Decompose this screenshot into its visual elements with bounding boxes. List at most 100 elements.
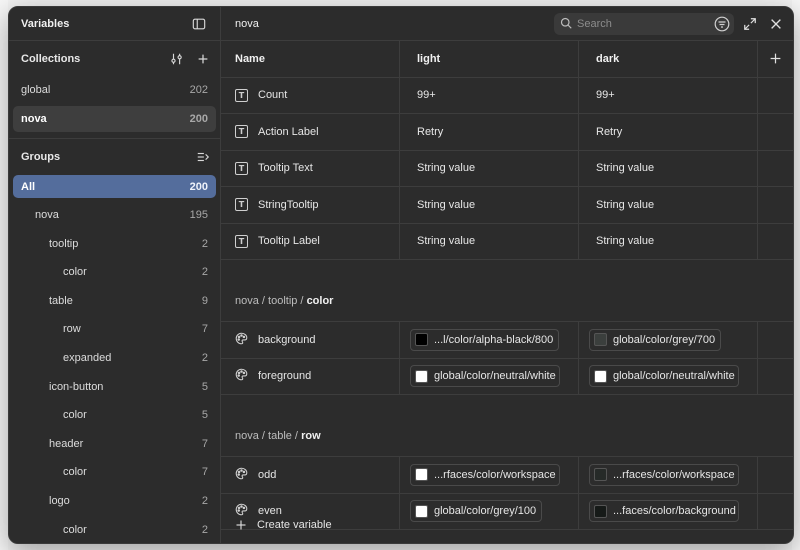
table-row[interactable]: foreground global/color/neutral/white glob… (221, 358, 793, 395)
value-cell-dark[interactable]: Retry (579, 114, 758, 150)
group-name: table (49, 294, 73, 307)
value-cell-dark[interactable]: global/color/grey/700 (579, 322, 758, 358)
alias-pill[interactable]: ...rfaces/color/workspace (410, 463, 560, 486)
collection-settings-icon[interactable] (168, 50, 186, 68)
color-variable-rows: background ...l/color/alpha-black/800 glob… (221, 322, 793, 395)
group-name: color (63, 266, 87, 279)
group-count: 200 (189, 180, 208, 193)
toggle-sidebar-icon[interactable] (190, 15, 208, 33)
variable-name-cell[interactable]: T Tooltip Label (221, 223, 400, 259)
filter-icon[interactable] (714, 16, 730, 32)
variable-name-cell[interactable]: foreground (221, 358, 400, 394)
empty-cell (758, 359, 793, 395)
add-collection-icon[interactable] (194, 50, 212, 68)
group-count: 7 (201, 323, 208, 336)
search-box[interactable] (554, 13, 734, 35)
table-row[interactable]: T Count 99+ 99+ (221, 77, 793, 114)
text-type-icon: T (235, 234, 248, 248)
collection-item-global[interactable]: global 202 (13, 77, 216, 103)
table-row[interactable]: background ...l/color/alpha-black/800 glob… (221, 322, 793, 359)
group-count: 7 (201, 437, 208, 450)
value-cell-dark[interactable]: String value (579, 223, 758, 259)
group-item-tooltip[interactable]: tooltip 2 (13, 232, 216, 255)
value-cell-light[interactable]: 99+ (400, 77, 579, 113)
collapse-groups-icon[interactable] (194, 148, 212, 166)
search-icon (560, 17, 572, 32)
value-cell-light[interactable]: String value (400, 187, 579, 223)
palette-icon (235, 467, 248, 483)
column-header-name[interactable]: Name (221, 41, 400, 77)
color-swatch (594, 333, 607, 347)
table-row[interactable]: T Action Label Retry Retry (221, 114, 793, 151)
search-input[interactable] (577, 18, 707, 30)
group-item-All[interactable]: All 200 (13, 175, 216, 198)
variable-name-cell[interactable]: T StringTooltip (221, 187, 400, 223)
value-cell-light[interactable]: ...l/color/alpha-black/800 (400, 322, 579, 358)
group-name: icon-button (49, 380, 104, 393)
value-cell-dark[interactable]: String value (579, 150, 758, 186)
group-item-icon-button[interactable]: icon-button 5 (13, 375, 216, 398)
value-cell-light[interactable]: global/color/neutral/white (400, 358, 579, 394)
table-row[interactable]: odd ...rfaces/color/workspace ...rfaces/co… (221, 457, 793, 494)
alias-pill[interactable]: global/color/neutral/white (589, 365, 739, 388)
group-name: color (63, 523, 87, 536)
plus-icon (236, 520, 246, 530)
value-cell-dark[interactable]: global/color/neutral/white (579, 358, 758, 394)
color-swatch (415, 333, 428, 347)
alias-name: ...rfaces/color/workspace (434, 468, 556, 481)
group-item-color[interactable]: color 2 (13, 518, 216, 541)
table-header-row: Name light dark (221, 41, 793, 78)
variable-name: background (258, 333, 316, 346)
group-item-color[interactable]: color 5 (13, 404, 216, 427)
close-icon[interactable] (767, 15, 785, 33)
group-count: 2 (201, 266, 208, 279)
create-variable-label: Create variable (257, 519, 332, 531)
color-swatch (594, 369, 607, 383)
group-name: tooltip (49, 237, 79, 250)
group-item-header[interactable]: header 7 (13, 432, 216, 455)
text-type-icon: T (235, 125, 248, 139)
create-variable-button[interactable]: Create variable (221, 507, 793, 543)
group-item-row[interactable]: row 7 (13, 318, 216, 341)
alias-pill[interactable]: global/color/grey/700 (589, 328, 722, 351)
group-name: row (63, 323, 81, 336)
value-cell-light[interactable]: ...rfaces/color/workspace (400, 457, 579, 493)
value-cell-dark[interactable]: 99+ (579, 77, 758, 113)
group-item-nova[interactable]: nova 195 (13, 204, 216, 227)
variable-name-cell[interactable]: T Tooltip Text (221, 150, 400, 186)
table-row[interactable]: T Tooltip Text String value String value (221, 150, 793, 187)
collection-count: 202 (189, 84, 208, 96)
group-leaf: row (301, 430, 321, 442)
color-swatch (594, 468, 607, 482)
column-header-dark[interactable]: dark (579, 41, 758, 77)
value-cell-light[interactable]: Retry (400, 114, 579, 150)
empty-cell (758, 114, 793, 150)
alias-pill[interactable]: global/color/neutral/white (410, 365, 560, 388)
group-item-color[interactable]: color 2 (13, 261, 216, 284)
text-type-icon: T (235, 198, 248, 212)
variable-name: Count (258, 89, 288, 102)
group-item-logo[interactable]: logo 2 (13, 490, 216, 513)
variable-name-cell[interactable]: T Count (221, 77, 400, 113)
collection-item-nova[interactable]: nova 200 (13, 106, 216, 132)
table-row[interactable]: T StringTooltip String value String value (221, 187, 793, 224)
value-cell-light[interactable]: String value (400, 150, 579, 186)
variable-name-cell[interactable]: background (221, 322, 400, 358)
add-mode-button[interactable] (758, 41, 793, 77)
value-cell-light[interactable]: String value (400, 223, 579, 259)
group-item-color[interactable]: color 7 (13, 461, 216, 484)
color-swatch (415, 369, 428, 383)
expand-icon[interactable] (741, 15, 759, 33)
variable-name-cell[interactable]: T Action Label (221, 114, 400, 150)
column-header-light[interactable]: light (400, 41, 579, 77)
empty-cell (758, 187, 793, 223)
variable-name-cell[interactable]: odd (221, 457, 400, 493)
value-cell-dark[interactable]: String value (579, 187, 758, 223)
alias-pill[interactable]: ...l/color/alpha-black/800 (410, 328, 560, 351)
group-item-table[interactable]: table 9 (13, 289, 216, 312)
table-row[interactable]: T Tooltip Label String value String value (221, 223, 793, 260)
main-topbar: nova (221, 7, 793, 41)
value-cell-dark[interactable]: ...rfaces/color/workspace (579, 457, 758, 493)
group-item-expanded[interactable]: expanded 2 (13, 347, 216, 370)
alias-pill[interactable]: ...rfaces/color/workspace (589, 463, 739, 486)
